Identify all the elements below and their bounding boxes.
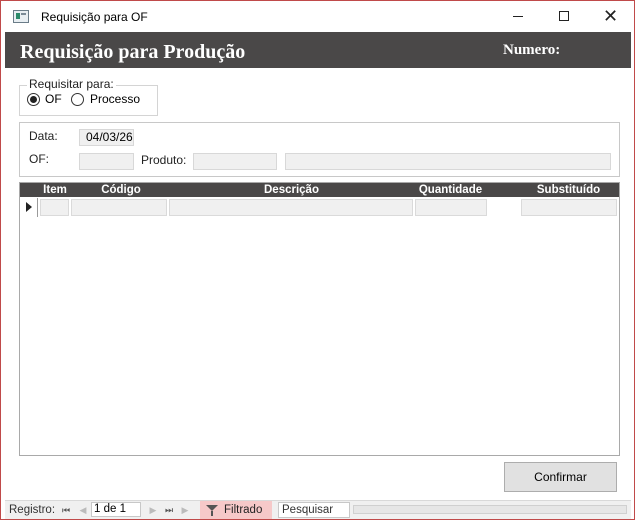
record-navigation: Registro: ⏮ ◀ 1 de 1 ▶ ⏭ ▶ Filtrado Pesq… [5, 500, 631, 519]
prev-record-icon[interactable]: ◀ [76, 504, 90, 516]
produto-desc-field[interactable] [285, 153, 611, 170]
close-icon: ✕ [603, 6, 619, 26]
data-label: Data: [29, 129, 58, 143]
cell-codigo[interactable] [71, 199, 167, 216]
new-record-icon[interactable]: ▶ [178, 504, 192, 516]
horizontal-scrollbar[interactable] [353, 505, 627, 514]
data-field[interactable]: 04/03/26 [79, 129, 134, 146]
produto-label: Produto: [141, 153, 187, 167]
items-grid: Item Código Descrição Quantidade Substit… [19, 182, 620, 456]
col-item[interactable]: Item [38, 183, 72, 197]
close-button[interactable]: ✕ [587, 1, 633, 31]
numero-label: Numero: [503, 42, 561, 58]
search-input[interactable]: Pesquisar [278, 502, 350, 518]
of-field[interactable] [79, 153, 134, 170]
cell-item[interactable] [40, 199, 69, 216]
filter-toggle[interactable]: Filtrado [200, 501, 272, 519]
radio-of-label[interactable]: OF [45, 92, 62, 106]
form-header: Requisição para Produção Numero: [5, 32, 631, 68]
of-label: OF: [29, 152, 49, 166]
col-codigo[interactable]: Código [72, 183, 170, 197]
cell-descricao[interactable] [169, 199, 413, 216]
app-window: Requisição para OF ✕ Requisição para Pro… [0, 0, 635, 520]
col-substituido[interactable]: Substituído [520, 183, 617, 197]
filter-label: Filtrado [224, 504, 263, 516]
first-record-icon[interactable]: ⏮ [59, 504, 73, 516]
cell-quantidade[interactable] [415, 199, 487, 216]
last-record-icon[interactable]: ⏭ [162, 504, 176, 516]
record-counter[interactable]: 1 de 1 [91, 502, 141, 517]
maximize-icon [559, 11, 569, 21]
confirm-button[interactable]: Confirmar [504, 462, 617, 492]
col-descricao[interactable]: Descrição [170, 183, 413, 197]
radio-of[interactable] [27, 93, 40, 106]
grid-header: Item Código Descrição Quantidade Substit… [20, 183, 619, 197]
radio-processo-label[interactable]: Processo [90, 92, 140, 106]
requisitar-legend: Requisitar para: [27, 77, 116, 91]
app-form-icon [13, 10, 29, 23]
radio-processo[interactable] [71, 93, 84, 106]
row-selector[interactable] [20, 198, 38, 217]
cell-substituido[interactable] [521, 199, 617, 216]
title-bar[interactable]: Requisição para OF ✕ [1, 1, 634, 31]
window-title: Requisição para OF [41, 10, 148, 24]
registro-label: Registro: [9, 504, 56, 516]
col-quantidade[interactable]: Quantidade [413, 183, 488, 197]
minimize-icon [513, 16, 523, 17]
minimize-button[interactable] [495, 1, 541, 31]
produto-code-field[interactable] [193, 153, 277, 170]
maximize-button[interactable] [541, 1, 587, 31]
page-title: Requisição para Produção [20, 41, 246, 63]
filter-icon [206, 505, 218, 516]
next-record-icon[interactable]: ▶ [146, 504, 160, 516]
